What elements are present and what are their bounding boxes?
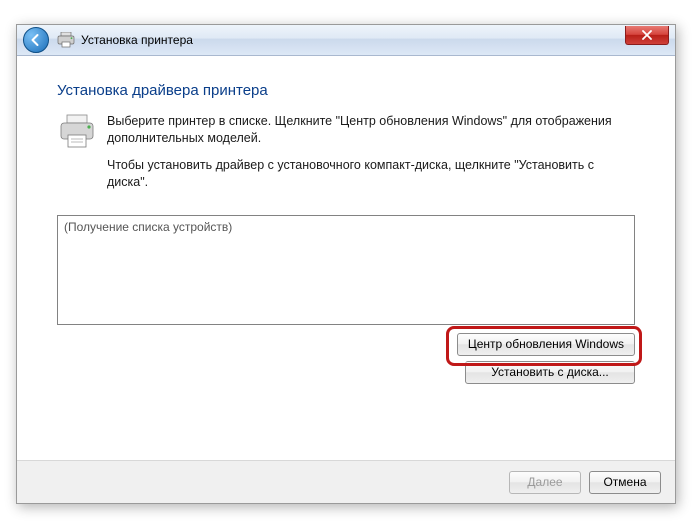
- titlebar: Установка принтера: [17, 25, 675, 56]
- window-title: Установка принтера: [81, 33, 193, 47]
- footer-bar: Далее Отмена: [17, 460, 675, 503]
- instruction-text: Выберите принтер в списке. Щелкните "Цен…: [107, 113, 635, 201]
- install-from-disk-button[interactable]: Установить с диска...: [465, 361, 635, 384]
- instruction-line-1: Выберите принтер в списке. Щелкните "Цен…: [107, 113, 635, 147]
- printer-large-icon: [57, 113, 97, 152]
- close-button[interactable]: [625, 26, 669, 45]
- printer-icon: [57, 32, 75, 48]
- content-area: Установка драйвера принтера Выберите при…: [17, 56, 675, 384]
- windows-update-button[interactable]: Центр обновления Windows: [457, 333, 635, 356]
- wizard-window: Установка принтера Установка драйвера пр…: [16, 24, 676, 504]
- page-heading: Установка драйвера принтера: [57, 82, 635, 99]
- device-list-status: (Получение списка устройств): [64, 220, 232, 234]
- instruction-line-2: Чтобы установить драйвер с установочного…: [107, 157, 635, 191]
- next-button: Далее: [509, 471, 581, 494]
- cancel-button[interactable]: Отмена: [589, 471, 661, 494]
- close-icon: [642, 30, 652, 40]
- back-arrow-icon: [29, 33, 43, 47]
- device-list[interactable]: (Получение списка устройств): [57, 215, 635, 325]
- back-button[interactable]: [23, 27, 49, 53]
